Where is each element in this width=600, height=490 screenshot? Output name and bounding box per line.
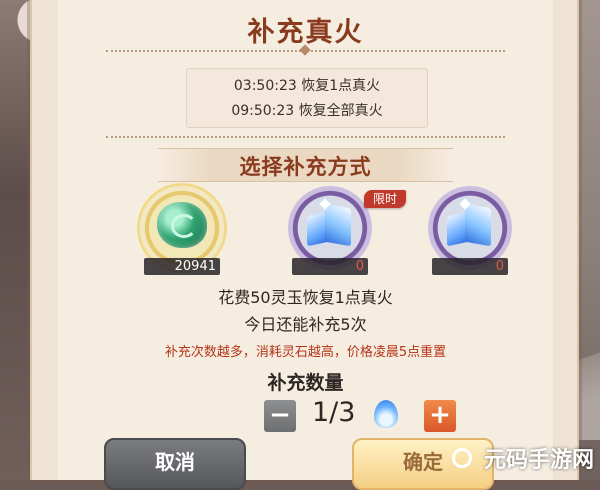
jade-count: 20941: [144, 258, 220, 275]
confirm-button[interactable]: 确定: [352, 438, 494, 490]
warning-text: 补充次数越多，消耗灵石越高，价格凌晨5点重置: [164, 345, 447, 360]
plus-button[interactable]: +: [424, 400, 456, 432]
option-spirit-stone-limited[interactable]: 0: [288, 186, 372, 275]
refill-dialog: 补充真火 03:50:23 恢复1点真火 09:50:23 恢复全部真火 选择补…: [30, 0, 579, 480]
quantity-value: 1/3: [312, 397, 356, 428]
minus-button[interactable]: −: [264, 400, 296, 432]
title-divider: [106, 44, 505, 56]
limited-time-badge: 限时: [364, 190, 406, 208]
timer-box: 03:50:23 恢复1点真火 09:50:23 恢复全部真火: [186, 68, 428, 128]
option-spirit-stone[interactable]: 0: [428, 186, 512, 275]
watermark-text: 元码手游网: [483, 448, 594, 473]
quantity-label: 补充数量: [267, 372, 344, 394]
blue-flame-icon: [374, 400, 398, 428]
option-jade[interactable]: 20941: [140, 186, 224, 275]
spirit-stone-icon: [307, 198, 353, 248]
watermark-logo-icon: [452, 448, 472, 468]
dialog-title: 补充真火: [247, 17, 364, 48]
remaining-text: 今日还能补充5次: [244, 315, 367, 334]
section-title: 选择补充方式: [239, 155, 372, 179]
stone-count-limited: 0: [292, 258, 368, 275]
section-banner: 选择补充方式: [158, 144, 453, 184]
jade-icon: [157, 202, 207, 248]
timer-divider: [106, 136, 505, 138]
dialog-body: 补充真火 03:50:23 恢复1点真火 09:50:23 恢复全部真火 选择补…: [58, 0, 553, 480]
timer-one-point: 03:50:23 恢复1点真火: [233, 78, 381, 94]
cost-text: 花费50灵玉恢复1点真火: [218, 288, 393, 307]
stone-count: 0: [432, 258, 508, 275]
timer-full: 09:50:23 恢复全部真火: [231, 103, 383, 119]
spirit-stone-icon: [447, 198, 493, 248]
cancel-button[interactable]: 取消: [104, 438, 246, 490]
